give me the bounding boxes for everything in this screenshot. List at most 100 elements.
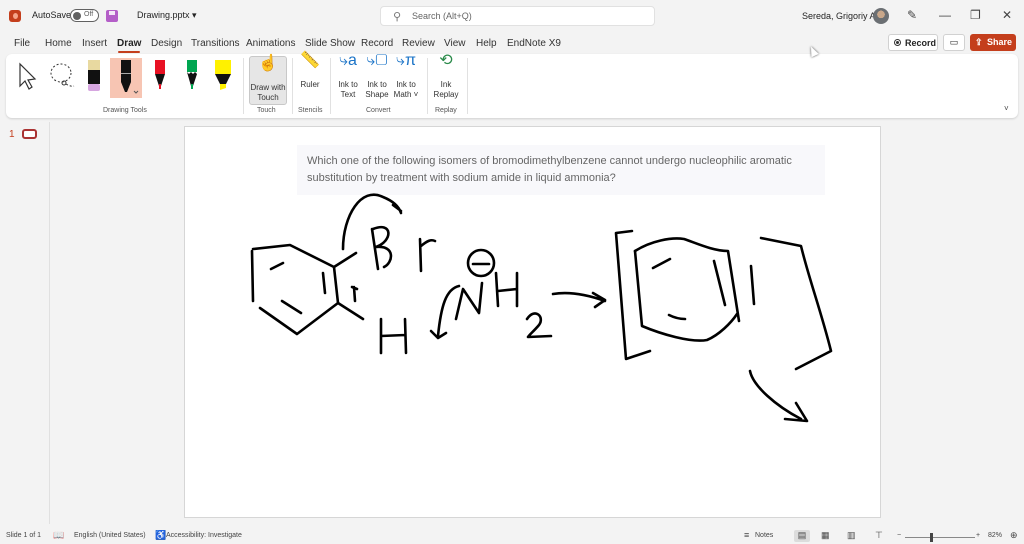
group-label-convert: Convert: [366, 107, 391, 114]
ink-to-shape-button[interactable]: ⤷▢ Ink to Shape: [363, 53, 391, 100]
title-bar: AutoSave Off Drawing.pptx ▾ ⚲ Search (Al…: [0, 0, 1024, 32]
ink-stroke: [614, 229, 652, 361]
divider: [427, 58, 428, 114]
slide-sorter-icon[interactable]: ▦: [821, 530, 830, 541]
ink-stroke: [748, 369, 809, 423]
ink-to-text-button[interactable]: ⤷a Ink to Text: [334, 52, 362, 100]
black-pen-icon[interactable]: [110, 58, 142, 98]
replay-icon: ⟲: [439, 52, 453, 69]
slide-number: 1: [9, 129, 15, 140]
tab-file[interactable]: File: [14, 38, 30, 49]
autosave-toggle[interactable]: Off: [70, 9, 99, 22]
tab-slide-show[interactable]: Slide Show: [305, 38, 355, 49]
select-arrow-icon[interactable]: [14, 58, 42, 98]
pen-icon[interactable]: ✎: [907, 8, 917, 22]
search-placeholder: Search (Alt+Q): [412, 11, 472, 21]
close-button[interactable]: ✕: [1002, 8, 1012, 22]
restore-button[interactable]: ❐: [970, 8, 981, 22]
tab-draw[interactable]: Draw: [117, 38, 141, 53]
ink-stroke: [759, 236, 833, 371]
comments-button[interactable]: ▭: [943, 34, 965, 51]
file-name[interactable]: Drawing.pptx ▾: [137, 10, 197, 21]
reading-view-icon[interactable]: ▥: [847, 530, 856, 541]
ink-drawing[interactable]: [185, 127, 882, 519]
ribbon: Drawing Tools ☝ Draw with Touch Touch 📏 …: [6, 52, 1018, 118]
tab-transitions[interactable]: Transitions: [191, 38, 240, 49]
eraser-icon[interactable]: [80, 58, 108, 98]
ink-stroke: [332, 251, 358, 269]
ink-stroke: [749, 264, 756, 306]
spelling-check-icon[interactable]: 📖: [53, 530, 64, 541]
green-pen-icon[interactable]: [178, 58, 206, 98]
collapse-ribbon-icon[interactable]: ˅: [1004, 104, 1009, 113]
tab-record[interactable]: Record: [361, 38, 393, 49]
red-pen-icon[interactable]: [146, 58, 174, 98]
zoom-slider-thumb[interactable]: [930, 533, 933, 542]
user-name[interactable]: Sereda, Grigoriy A: [802, 11, 876, 21]
save-icon[interactable]: [106, 10, 118, 22]
search-icon: ⚲: [393, 11, 402, 23]
ink-stroke: [551, 291, 607, 309]
record-icon: [894, 39, 901, 46]
zoom-in-button[interactable]: +: [976, 532, 980, 539]
ink-stroke: [321, 271, 327, 295]
divider: [292, 58, 293, 114]
fit-to-window-icon[interactable]: ⊕: [1010, 530, 1018, 541]
comment-icon: ▭: [949, 37, 959, 47]
share-button[interactable]: ⇪ Share: [970, 34, 1016, 51]
draw-with-touch-label: Draw with Touch: [250, 83, 286, 102]
ink-replay-label: Ink Replay: [433, 80, 459, 99]
language[interactable]: English (United States): [74, 532, 146, 539]
slide-info: Slide 1 of 1: [6, 532, 42, 539]
slide-thumbnail[interactable]: [22, 129, 37, 139]
ruler-label: Ruler: [300, 80, 320, 89]
autosave-label: AutoSave: [32, 10, 72, 20]
notes-button[interactable]: Notes: [755, 532, 773, 539]
ink-stroke: [269, 261, 285, 271]
ink-to-shape-label: Ink to Shape: [365, 80, 389, 99]
tab-animations[interactable]: Animations: [246, 38, 295, 49]
ink-stroke: [370, 225, 393, 271]
group-label-drawing-tools: Drawing Tools: [103, 107, 147, 114]
record-button[interactable]: Record: [888, 34, 938, 51]
slideshow-icon[interactable]: ⊤: [875, 530, 883, 541]
zoom-slider[interactable]: [905, 537, 975, 538]
ink-stroke: [336, 301, 365, 321]
tab-view[interactable]: View: [444, 38, 466, 49]
tab-help[interactable]: Help: [476, 38, 497, 49]
accessibility-status[interactable]: Accessibility: Investigate: [166, 532, 242, 539]
tab-endnote[interactable]: EndNote X9: [507, 38, 561, 49]
tab-review[interactable]: Review: [402, 38, 435, 49]
touch-hand-icon: ☝: [258, 55, 278, 72]
ink-stroke: [341, 193, 403, 251]
ink-to-math-button[interactable]: ⤷π Ink to Math ˅: [392, 53, 420, 100]
avatar[interactable]: [873, 8, 889, 24]
draw-with-touch-button[interactable]: ☝ Draw with Touch: [249, 56, 287, 105]
yellow-highlighter-icon[interactable]: [209, 58, 237, 98]
slide-canvas[interactable]: Which one of the following isomers of br…: [184, 126, 881, 518]
zoom-level[interactable]: 82%: [988, 532, 1002, 539]
ink-replay-button[interactable]: ⟲ Ink Replay: [431, 52, 461, 100]
search-input[interactable]: ⚲ Search (Alt+Q): [380, 6, 655, 26]
ink-stroke: [633, 237, 741, 323]
zoom-out-button[interactable]: −: [897, 532, 901, 539]
normal-view-icon[interactable]: ▤: [794, 530, 810, 542]
lasso-select-icon[interactable]: [47, 58, 75, 98]
share-icon: ⇪: [975, 37, 983, 47]
autosave-state: Off: [84, 11, 94, 18]
file-name-text: Drawing.pptx: [137, 10, 190, 20]
minimize-button[interactable]: —: [939, 8, 951, 22]
tab-design[interactable]: Design: [151, 38, 182, 49]
ink-stroke: [712, 259, 727, 307]
powerpoint-logo-icon: [9, 10, 21, 22]
tab-home[interactable]: Home: [45, 38, 72, 49]
tab-insert[interactable]: Insert: [82, 38, 107, 49]
ink-to-text-icon: ⤷a: [339, 52, 357, 69]
ruler-button[interactable]: 📏 Ruler: [296, 53, 324, 90]
ink-stroke: [429, 284, 461, 340]
group-label-touch: Touch: [257, 107, 276, 114]
ink-to-math-label: Ink to Math ˅: [393, 80, 419, 99]
ink-stroke: [280, 299, 303, 315]
ink-stroke: [379, 317, 408, 355]
share-label: Share: [987, 37, 1013, 47]
